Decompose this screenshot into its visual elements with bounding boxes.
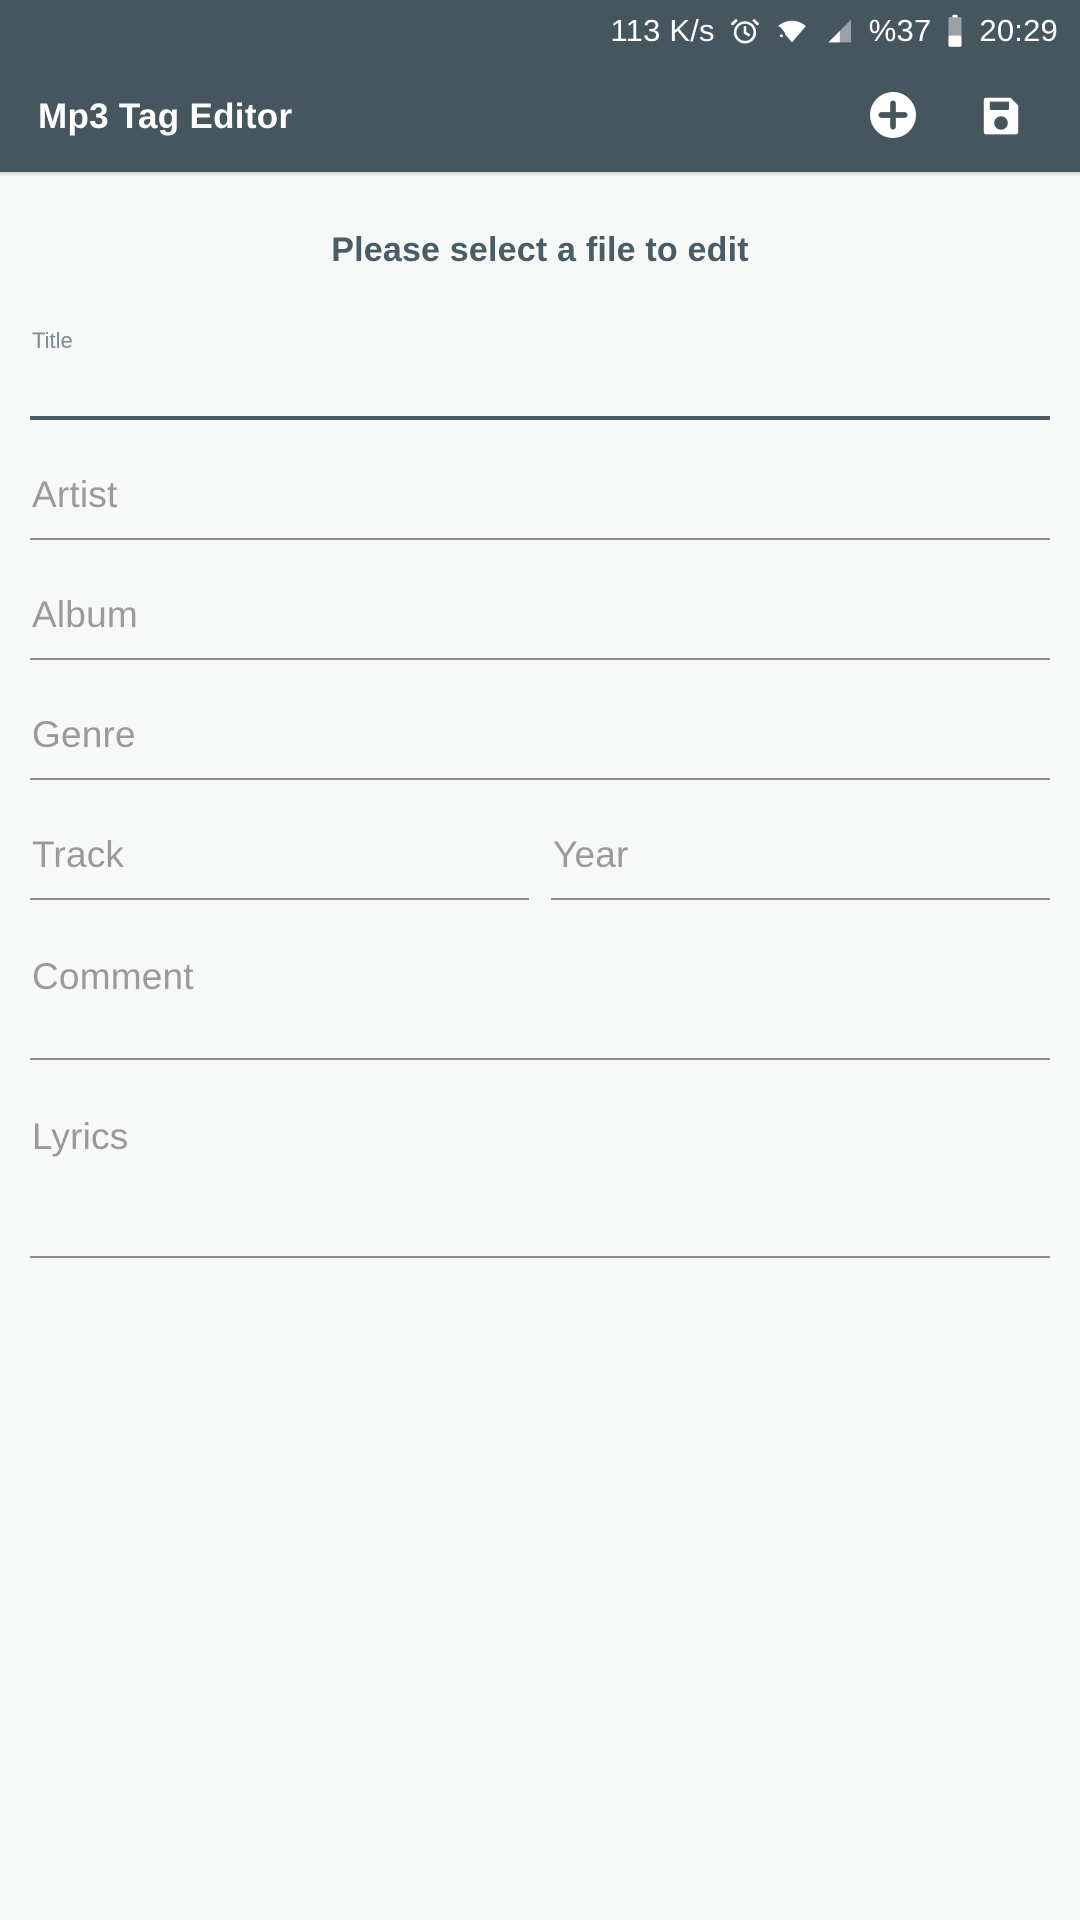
status-bar: 113 K/s %37 20:29 <box>0 0 1080 62</box>
field-genre[interactable]: Genre <box>30 714 1050 780</box>
save-icon <box>977 91 1025 144</box>
lyrics-underline <box>30 1256 1050 1258</box>
signal-icon <box>823 15 855 47</box>
track-placeholder: Track <box>32 834 125 875</box>
alarm-icon <box>729 15 761 47</box>
year-input[interactable] <box>551 876 1050 898</box>
page-title: Please select a file to edit <box>331 231 749 269</box>
artist-placeholder: Artist <box>32 474 118 515</box>
wifi-icon <box>775 15 809 47</box>
year-placeholder: Year <box>553 834 629 875</box>
genre-underline <box>30 778 1050 780</box>
add-button[interactable] <box>864 88 922 146</box>
network-speed-text: 113 K/s <box>610 13 715 48</box>
title-underline <box>30 416 1050 420</box>
toolbar-actions <box>864 88 1052 146</box>
track-underline <box>30 898 529 900</box>
app-toolbar: Mp3 Tag Editor <box>0 62 1080 172</box>
track-year-row: Track Year <box>30 834 1050 900</box>
main-content: Please select a file to edit Title Artis… <box>0 176 1080 1920</box>
field-album[interactable]: Album <box>30 594 1050 660</box>
genre-placeholder: Genre <box>32 714 136 755</box>
app-title: Mp3 Tag Editor <box>38 97 293 136</box>
artist-input[interactable] <box>30 516 1050 538</box>
genre-input[interactable] <box>30 756 1050 778</box>
album-underline <box>30 658 1050 660</box>
title-label: Title <box>32 328 73 353</box>
track-input[interactable] <box>30 876 529 898</box>
clock-text: 20:29 <box>979 13 1058 48</box>
lyrics-input[interactable] <box>30 1158 1050 1256</box>
comment-underline <box>30 1058 1050 1060</box>
artist-underline <box>30 538 1050 540</box>
field-year[interactable]: Year <box>551 834 1050 900</box>
comment-input[interactable] <box>30 998 1050 1058</box>
save-button[interactable] <box>972 88 1030 146</box>
field-title[interactable]: Title <box>30 328 1050 420</box>
battery-percent-text: %37 <box>868 13 932 48</box>
add-icon <box>867 89 919 146</box>
field-artist[interactable]: Artist <box>30 474 1050 540</box>
album-placeholder: Album <box>32 594 138 635</box>
comment-placeholder: Comment <box>32 956 194 997</box>
field-comment[interactable]: Comment <box>30 956 1050 1060</box>
album-input[interactable] <box>30 636 1050 658</box>
field-track[interactable]: Track <box>30 834 529 900</box>
year-underline <box>551 898 1050 900</box>
field-lyrics[interactable]: Lyrics <box>30 1116 1050 1258</box>
title-input[interactable] <box>30 354 1050 416</box>
lyrics-placeholder: Lyrics <box>32 1116 129 1157</box>
battery-icon <box>945 14 965 48</box>
